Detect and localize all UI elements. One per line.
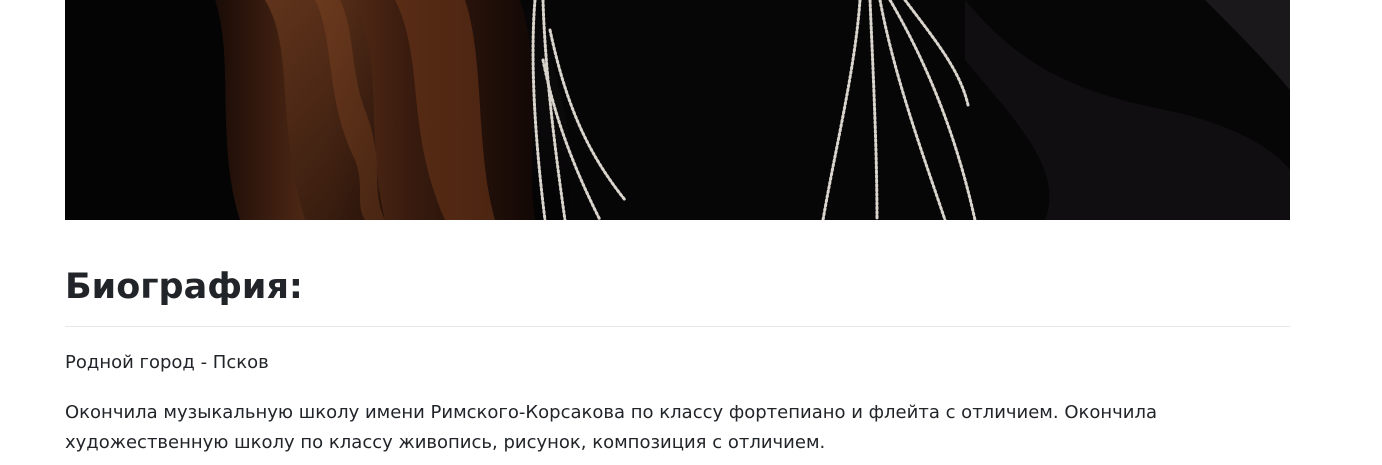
profile-photo	[65, 0, 1290, 220]
main-content: Биография: Родной город - Псков Окончила…	[65, 0, 1290, 453]
hometown-text: Родной город - Псков	[65, 352, 269, 373]
section-divider	[65, 326, 1290, 327]
photo-illustration	[65, 0, 1290, 220]
education-text: Окончила музыкальную школу имени Римског…	[65, 402, 1158, 453]
biography-heading: Биография:	[65, 267, 303, 307]
